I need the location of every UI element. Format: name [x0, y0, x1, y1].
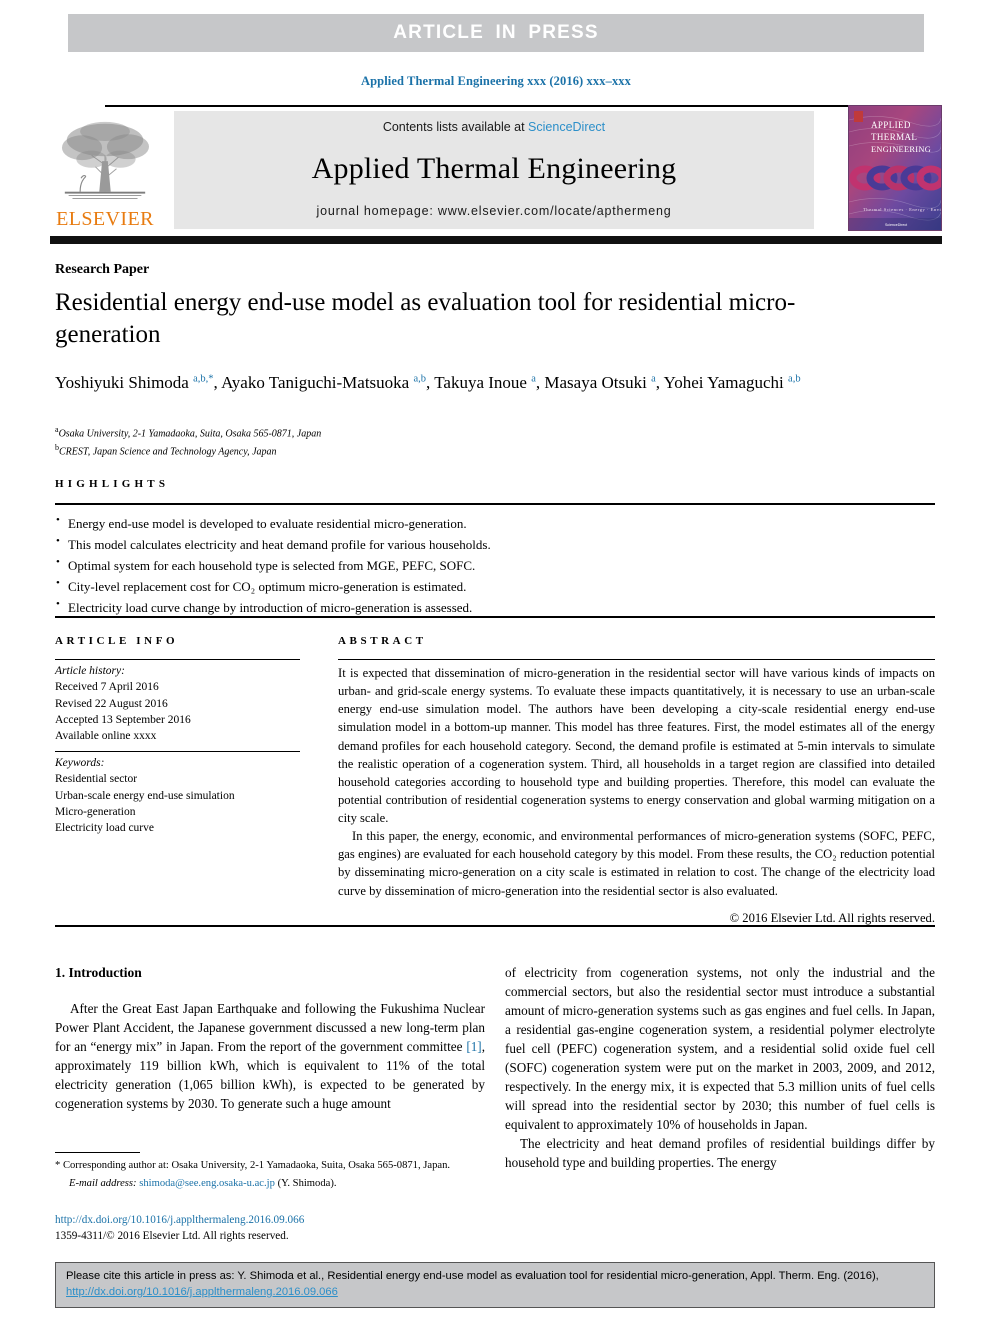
history-item: Available online xxxx	[55, 730, 157, 743]
issn-copyright-line: 1359-4311/© 2016 Elsevier Ltd. All right…	[55, 1229, 289, 1242]
cite-doi-link[interactable]: http://dx.doi.org/10.1016/j.applthermale…	[66, 1286, 338, 1298]
journal-cover-art: APPLIED THERMAL ENGINEERING Thermal Scie…	[849, 106, 941, 230]
abstract-heading: ABSTRACT	[338, 635, 427, 647]
article-history-heading: Article history:	[55, 665, 125, 677]
running-head-citation: Applied Thermal Engineering xxx (2016) x…	[360, 74, 631, 88]
article-in-press-banner: ARTICLE IN PRESS	[68, 14, 924, 52]
cite-this-article-box: Please cite this article in press as: Y.…	[55, 1262, 935, 1308]
body-paragraph: After the Great East Japan Earthquake an…	[55, 999, 485, 1113]
article-type-label: Research Paper	[55, 262, 150, 277]
masthead-top-rule	[105, 105, 882, 107]
svg-text:ScienceDirect: ScienceDirect	[885, 223, 907, 227]
email-suffix: (Y. Shimoda).	[277, 1178, 337, 1190]
elsevier-wordmark: ELSEVIER	[56, 208, 154, 230]
masthead-center-block: Contents lists available at ScienceDirec…	[174, 111, 814, 229]
affiliation-item: aOsaka University, 2-1 Yamadaoka, Suita,…	[55, 424, 935, 442]
sciencedirect-link[interactable]: ScienceDirect	[528, 120, 605, 134]
email-label: E-mail address:	[69, 1178, 137, 1190]
svg-text:Thermal Sciences · Energy · En: Thermal Sciences · Energy · Environment	[863, 207, 941, 212]
body-column-left: 1. Introduction After the Great East Jap…	[55, 963, 485, 1113]
contents-prefix-label: Contents lists available at	[382, 120, 529, 134]
list-item: City-level replacement cost for CO₂ opti…	[55, 575, 935, 597]
svg-text:THERMAL: THERMAL	[871, 132, 917, 142]
paragraph-text-pre: After the Great East Japan Earthquake an…	[55, 1001, 485, 1055]
journal-masthead: ELSEVIER Contents lists available at Sci…	[50, 105, 942, 244]
list-item: Optimal system for each household type i…	[55, 554, 935, 576]
footnote-block: * Corresponding author at: Osaka Univers…	[55, 1158, 485, 1191]
doi-link[interactable]: http://dx.doi.org/10.1016/j.applthermale…	[55, 1213, 485, 1229]
article-history-block: Article history: Received 7 April 2016 R…	[55, 663, 305, 745]
keyword-item: Residential sector	[55, 773, 138, 786]
abstract-body: It is expected that dissemination of mic…	[338, 664, 935, 927]
abstract-paragraph: It is expected that dissemination of mic…	[338, 666, 935, 825]
keywords-block: Keywords: Residential sector Urban-scale…	[55, 755, 305, 837]
svg-text:APPLIED: APPLIED	[871, 120, 911, 130]
keyword-item: Urban-scale energy end-use simulation	[55, 789, 235, 802]
highlights-list: Energy end-use model is developed to eva…	[55, 512, 935, 618]
highlights-heading: HIGHLIGHTS	[55, 478, 170, 490]
keyword-item: Micro-generation	[55, 805, 136, 818]
corresponding-author-note: * Corresponding author at: Osaka Univers…	[55, 1160, 451, 1171]
elsevier-tree-icon	[61, 121, 149, 199]
cite-text: Please cite this article in press as: Y.…	[66, 1270, 879, 1282]
journal-title: Applied Thermal Engineering	[311, 152, 677, 185]
abstract-bottom-rule	[55, 925, 935, 927]
history-item: Revised 22 August 2016	[55, 697, 168, 710]
abstract-paragraph: In this paper, the energy, economic, and…	[338, 829, 935, 898]
history-item: Received 7 April 2016	[55, 681, 159, 694]
body-column-right: of electricity from cogeneration systems…	[505, 963, 935, 1172]
list-item: Energy end-use model is developed to eva…	[55, 512, 935, 534]
affiliation-text: CREST, Japan Science and Technology Agen…	[59, 446, 277, 458]
article-info-heading: ARTICLE INFO	[55, 635, 179, 647]
email-note: E-mail address: shimoda@see.eng.osaka-u.…	[55, 1176, 485, 1191]
citation-reference-link[interactable]: [1]	[466, 1039, 481, 1054]
keywords-heading: Keywords:	[55, 757, 105, 769]
doi-block: http://dx.doi.org/10.1016/j.applthermale…	[55, 1213, 485, 1244]
affiliation-list: aOsaka University, 2-1 Yamadaoka, Suita,…	[55, 424, 935, 460]
svg-text:ENGINEERING: ENGINEERING	[871, 145, 931, 154]
journal-cover-thumbnail: APPLIED THERMAL ENGINEERING Thermal Scie…	[848, 105, 942, 231]
journal-homepage-link[interactable]: journal homepage: www.elsevier.com/locat…	[317, 204, 672, 218]
affiliation-item: bCREST, Japan Science and Technology Age…	[55, 442, 935, 460]
author-email-link[interactable]: shimoda@see.eng.osaka-u.ac.jp	[139, 1178, 275, 1189]
history-item: Accepted 13 September 2016	[55, 713, 191, 726]
list-item: This model calculates electricity and he…	[55, 533, 935, 555]
highlights-top-rule	[55, 503, 935, 505]
abstract-rule	[338, 659, 935, 660]
page-title: Residential energy end-use model as eval…	[55, 289, 796, 348]
masthead-bottom-rule	[50, 236, 942, 244]
highlights-bottom-rule	[55, 616, 935, 618]
keyword-item: Electricity load curve	[55, 822, 154, 835]
author-list: Yoshiyuki Shimoda a,b,*, Ayako Taniguchi…	[55, 373, 801, 392]
body-paragraph: The electricity and heat demand profiles…	[505, 1136, 935, 1170]
article-in-press-label: ARTICLE IN PRESS	[393, 22, 599, 43]
body-paragraph: of electricity from cogeneration systems…	[505, 965, 935, 1132]
footnote-separator-rule	[55, 1152, 140, 1153]
article-info-rule	[55, 659, 300, 660]
elsevier-logo: ELSEVIER	[50, 111, 160, 229]
affiliation-text: Osaka University, 2-1 Yamadaoka, Suita, …	[58, 428, 322, 440]
section-heading: 1. Introduction	[55, 965, 142, 980]
contents-list-line: Contents lists available at ScienceDirec…	[383, 120, 605, 134]
keywords-rule	[55, 751, 300, 752]
